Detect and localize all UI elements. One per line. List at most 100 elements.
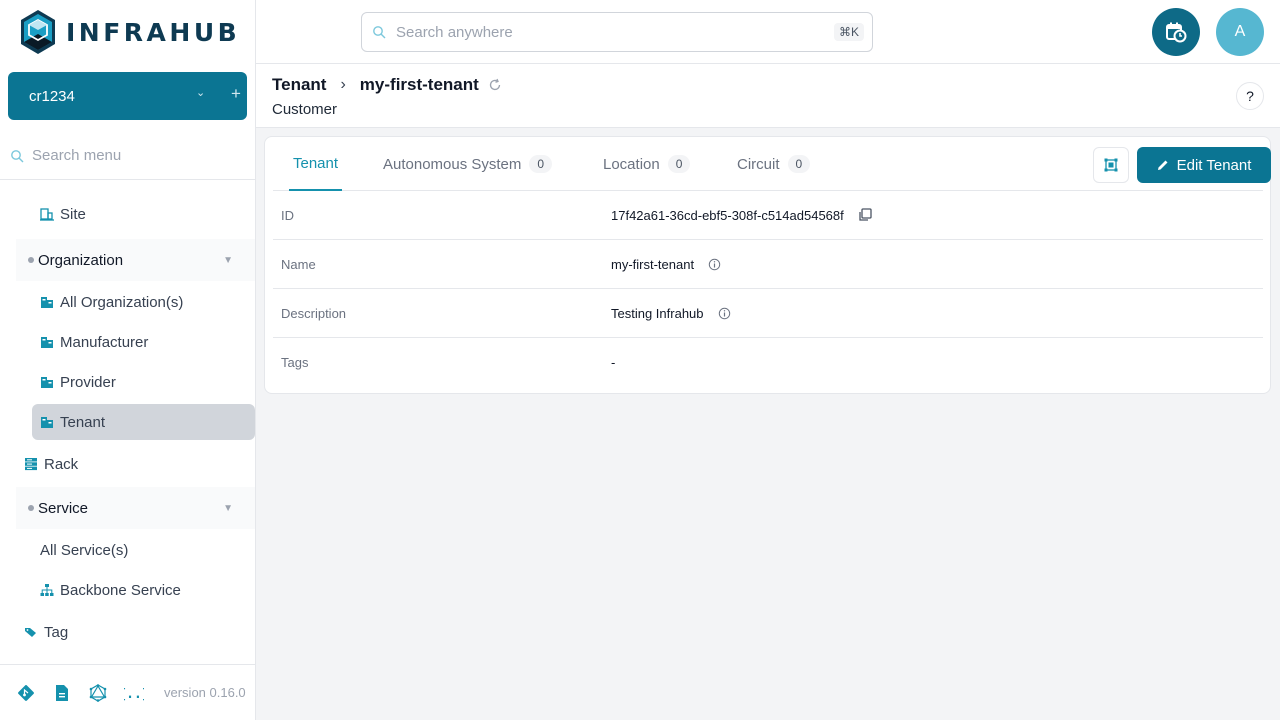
detail-row-id: ID 17f42a61-36cd-ebf5-308f-c514ad54568f [273, 191, 1263, 240]
menu-item-all-organizations[interactable]: All Organization(s) [40, 282, 183, 322]
detail-label: ID [281, 207, 294, 223]
sitemap-icon [40, 584, 54, 596]
sidebar: INFRAHUB cr1234 ⌄ + Site Organization ▼ … [0, 0, 256, 720]
tab-tenant[interactable]: Tenant [289, 137, 343, 191]
info-icon[interactable] [708, 258, 721, 271]
tab-label: Autonomous System [383, 155, 522, 173]
detail-row-name: Name my-first-tenant [273, 240, 1263, 289]
menu-item-backbone-service[interactable]: Backbone Service [40, 570, 181, 610]
menu-item-label: Rack [44, 455, 79, 473]
buildings-icon [41, 297, 53, 308]
menu-item-label: Provider [60, 373, 116, 391]
select-group-icon [1104, 158, 1118, 172]
menu: Site Organization ▼ All Organization(s) … [0, 181, 255, 663]
schedule-button[interactable] [1152, 8, 1200, 56]
caret-down-icon: ▼ [223, 502, 233, 514]
document-icon[interactable] [52, 683, 72, 703]
breadcrumb-parent[interactable]: Tenant [272, 75, 326, 95]
menu-item-manufacturer[interactable]: Manufacturer [40, 322, 148, 362]
info-icon[interactable] [718, 307, 731, 320]
infrahub-logo-icon [21, 10, 55, 54]
breadcrumb-separator: › [340, 76, 346, 93]
page-subtitle: Customer [272, 101, 338, 118]
buildings-icon [41, 417, 53, 428]
buildings-icon [41, 337, 53, 348]
menu-item-label: All Organization(s) [60, 293, 184, 311]
detail-label: Description [281, 305, 347, 321]
avatar[interactable]: A [1216, 8, 1264, 56]
menu-search-input[interactable] [32, 147, 232, 164]
detail-label: Tags [281, 355, 309, 370]
menu-item-tag[interactable]: Tag [24, 612, 68, 652]
detail-value: 17f42a61-36cd-ebf5-308f-c514ad54568f [611, 208, 872, 223]
buildings-icon [41, 377, 53, 388]
edit-tenant-button[interactable]: Edit Tenant [1137, 147, 1271, 183]
building-icon [40, 208, 54, 221]
menu-item-provider[interactable]: Provider [40, 362, 116, 402]
details-card: Tenant Autonomous System 0 Location 0 Ci… [264, 136, 1271, 394]
tags-icon [25, 628, 36, 637]
tab-label: Tenant [293, 154, 339, 172]
menu-item-label: Manufacturer [60, 333, 149, 351]
graphql-icon[interactable] [88, 683, 108, 703]
detail-value: - [611, 355, 615, 370]
name-value: my-first-tenant [611, 256, 695, 272]
detail-value: my-first-tenant [611, 257, 721, 272]
menu-search[interactable] [0, 132, 255, 180]
branch-name: cr1234 [29, 87, 75, 105]
tab-circuit[interactable]: Circuit 0 [737, 137, 811, 191]
help-button[interactable]: ? [1236, 82, 1264, 110]
add-branch-button[interactable]: + [231, 84, 241, 104]
menu-item-label: All Service(s) [40, 541, 129, 559]
count-badge: 0 [667, 155, 691, 173]
api-braces-icon[interactable]: {..} [124, 683, 144, 703]
group-select-button[interactable] [1093, 147, 1129, 183]
detail-value: Testing Infrahub [611, 306, 731, 321]
top-bar: ⌘K A [256, 0, 1280, 64]
tab-label: Circuit [737, 155, 780, 173]
version-label: version 0.16.0 [164, 685, 246, 700]
detail-label: Name [281, 256, 316, 272]
calendar-clock-icon [1166, 22, 1187, 43]
server-rack-icon [25, 458, 37, 471]
sidebar-footer: {..} version 0.16.0 [0, 664, 255, 720]
menu-item-label: Tag [44, 623, 69, 641]
breadcrumb-current: my-first-tenant [359, 75, 479, 94]
id-value: 17f42a61-36cd-ebf5-308f-c514ad54568f [611, 207, 844, 223]
tab-bar: Tenant Autonomous System 0 Location 0 Ci… [273, 137, 1271, 191]
menu-item-label: Backbone Service [60, 581, 181, 599]
shortcut-hint: ⌘K [833, 23, 864, 41]
menu-item-rack[interactable]: Rack [24, 444, 78, 484]
menu-item-label: Site [60, 205, 86, 223]
page-header: Tenant › my-first-tenant Customer ? [256, 64, 1280, 128]
pencil-icon [1157, 160, 1168, 170]
count-badge: 0 [787, 155, 811, 173]
menu-group-service[interactable]: Service ▼ [16, 487, 255, 529]
menu-item-site[interactable]: Site [40, 194, 86, 234]
search-icon [373, 26, 386, 39]
detail-row-tags: Tags - [273, 338, 1263, 387]
svg-text:{..}: {..} [124, 687, 144, 702]
git-icon[interactable] [16, 683, 36, 703]
menu-item-all-services[interactable]: All Service(s) [40, 530, 128, 570]
edit-label: Edit Tenant [1176, 156, 1252, 174]
global-search-input[interactable] [396, 23, 816, 41]
detail-row-description: Description Testing Infrahub [273, 289, 1263, 338]
tab-autonomous-system[interactable]: Autonomous System 0 [383, 137, 553, 191]
menu-group-organization[interactable]: Organization ▼ [16, 239, 255, 281]
breadcrumb: Tenant › my-first-tenant [272, 75, 502, 95]
chevron-down-icon[interactable]: ⌄ [196, 86, 205, 99]
bullet-icon [28, 257, 34, 263]
bullet-icon [28, 505, 34, 511]
menu-group-label: Service [38, 499, 89, 517]
tab-location[interactable]: Location 0 [603, 137, 691, 191]
caret-down-icon: ▼ [223, 254, 233, 266]
logo-text: INFRAHUB [66, 17, 241, 47]
refresh-icon[interactable] [488, 78, 502, 92]
menu-item-tenant[interactable]: Tenant [32, 404, 255, 440]
branch-selector[interactable]: cr1234 ⌄ + [8, 72, 247, 120]
copy-icon[interactable] [858, 208, 872, 222]
global-search[interactable]: ⌘K [361, 12, 873, 52]
logo[interactable]: INFRAHUB [18, 8, 240, 56]
description-value: Testing Infrahub [611, 305, 704, 321]
